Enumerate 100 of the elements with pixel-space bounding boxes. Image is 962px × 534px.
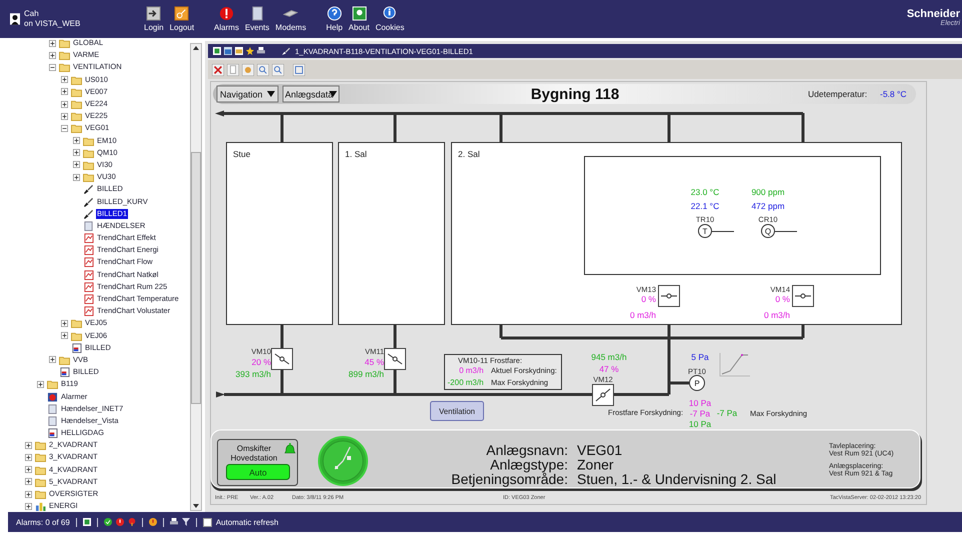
user-name: Cah (24, 9, 40, 19)
brush-icon (83, 208, 94, 219)
login-button[interactable]: Login (142, 6, 166, 32)
info-label: Betjeningsområde: (451, 471, 568, 487)
sensor-symbol (689, 375, 705, 391)
alert-circle-icon[interactable] (116, 518, 124, 526)
alert-pin-icon[interactable] (128, 518, 136, 526)
scrollbar[interactable] (190, 43, 202, 511)
expand-icon[interactable] (25, 454, 32, 461)
expand-icon[interactable] (61, 88, 68, 96)
expand-icon[interactable] (37, 380, 44, 388)
cookies-button[interactable]: Cookies (373, 6, 406, 32)
document-icon (250, 6, 265, 21)
room-name: Stue (233, 149, 250, 159)
chart-document-icon (83, 257, 94, 268)
sensor-letter: T (702, 227, 708, 236)
scroll-up-icon[interactable] (192, 44, 200, 52)
sensor-line (712, 231, 734, 232)
outdoor-temp-label: Udetemperatur: (808, 89, 868, 99)
expand-icon[interactable] (25, 490, 32, 498)
expand-icon[interactable] (73, 149, 80, 156)
expand-icon[interactable] (61, 112, 68, 120)
folder-icon (71, 86, 82, 97)
offset-value: 10 Pa (688, 398, 712, 408)
help-button[interactable]: Help (324, 6, 345, 32)
alarm-count: Alarms: 0 of 69 (16, 518, 70, 526)
close-icon[interactable] (212, 64, 224, 76)
alarm-icon (47, 392, 58, 402)
star-icon[interactable] (246, 47, 254, 55)
offset-value: 10 Pa (688, 419, 712, 429)
expand-icon[interactable] (25, 466, 32, 474)
print-icon[interactable] (170, 518, 178, 526)
folder-icon (35, 464, 46, 475)
sensor-letter: Q (764, 227, 772, 236)
expand-icon[interactable] (73, 161, 80, 168)
dropdown[interactable]: Navigation (216, 86, 278, 102)
dropdown[interactable]: Anlægsdata (282, 86, 340, 102)
modems-button[interactable]: Modems (273, 6, 308, 32)
events-button[interactable]: Events (242, 6, 272, 32)
curve-graph-icon[interactable] (718, 351, 752, 378)
expand-icon[interactable] (61, 332, 68, 340)
ventilation-button[interactable]: Ventilation (430, 401, 484, 421)
alert-icon (218, 6, 234, 21)
checkbox[interactable] (202, 518, 212, 526)
warning-circle-icon[interactable] (148, 518, 157, 526)
switch-label: Omskifter Hovedstation (230, 444, 278, 462)
room-name: 2. Sal (458, 149, 480, 159)
zoom-in-icon[interactable] (257, 64, 269, 76)
brush-icon (83, 184, 94, 194)
expand-icon[interactable] (61, 100, 68, 108)
folder-icon (59, 354, 70, 365)
airflow-value: 393 m3/h (236, 369, 271, 379)
folder-icon (47, 379, 58, 390)
damper-percent: 45 % (364, 357, 384, 367)
expand-icon[interactable] (25, 442, 32, 449)
folder-icon (35, 489, 46, 500)
square-icon (352, 6, 366, 21)
damper-icon (592, 384, 614, 406)
folder-icon (35, 452, 46, 462)
expand-icon[interactable] (73, 174, 80, 181)
alarms-button[interactable]: Alarms (212, 6, 241, 32)
expand-icon[interactable] (61, 76, 68, 84)
folder-icon (71, 99, 82, 110)
window-icon[interactable] (224, 47, 232, 55)
info-label: Anlægstype: (490, 456, 568, 472)
building-title: Bygning 118 (530, 86, 620, 103)
chart-document-icon (83, 245, 94, 256)
print-icon[interactable] (257, 47, 265, 55)
collapse-icon[interactable] (61, 124, 68, 132)
logout-button[interactable]: Logout (168, 6, 196, 32)
expand-icon[interactable] (25, 478, 32, 486)
chart-document-icon (83, 233, 94, 244)
collapse-icon[interactable] (49, 64, 56, 71)
auto-button[interactable]: Auto (226, 464, 290, 480)
zoom-out-icon[interactable] (272, 64, 284, 76)
about-button[interactable]: About (346, 6, 372, 32)
scroll-down-icon[interactable] (192, 502, 200, 510)
folder-icon (59, 62, 70, 72)
folder-icon (35, 440, 46, 450)
expand-icon[interactable] (61, 320, 68, 327)
refresh-icon[interactable] (82, 518, 91, 526)
damper-percent: 0 % (641, 294, 656, 304)
check-circle-icon[interactable] (104, 518, 112, 526)
picture-document-icon (59, 367, 70, 378)
damper-icon (271, 348, 293, 370)
filter-icon[interactable] (182, 518, 190, 526)
expand-icon[interactable] (25, 502, 32, 510)
info-value: Zoner (577, 456, 614, 472)
expand-icon[interactable] (49, 52, 56, 59)
expand-icon[interactable] (73, 137, 80, 144)
fit-icon[interactable] (293, 64, 305, 76)
expand-icon[interactable] (49, 40, 56, 47)
offset-value: -7 Pa (716, 408, 738, 418)
picture-document-icon (71, 342, 82, 353)
folder-icon (71, 318, 82, 328)
folder-icon (71, 111, 82, 122)
damper-icon (384, 348, 406, 370)
expand-icon[interactable] (49, 356, 56, 364)
airflow-value: 899 m3/h (348, 369, 384, 379)
folder-icon (71, 123, 82, 134)
